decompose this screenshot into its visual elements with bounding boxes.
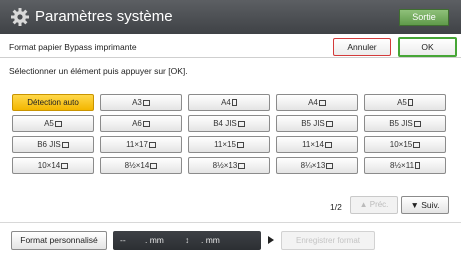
paper-size-button[interactable]: 8½×13 — [188, 157, 270, 174]
landscape-orientation-icon — [148, 142, 156, 148]
paper-size-label: B6 JIS — [37, 140, 61, 149]
width-mm: . mm — [145, 235, 164, 245]
paper-size-button[interactable]: 8½×11 — [364, 157, 446, 174]
custom-size-button[interactable]: Format personnalisé — [11, 231, 107, 250]
portrait-orientation-icon — [415, 162, 421, 169]
landscape-orientation-icon — [142, 100, 150, 106]
instruction-text: Sélectionner un élément puis appuyer sur… — [9, 66, 188, 76]
save-size-button[interactable]: Enregistrer format — [281, 231, 375, 250]
paper-size-label: B4 JIS — [213, 119, 237, 128]
paper-size-button[interactable]: Détection auto — [12, 94, 94, 111]
paper-size-button[interactable]: 11×15 — [188, 136, 270, 153]
landscape-orientation-icon — [238, 163, 246, 169]
paper-size-label: 11×15 — [214, 140, 236, 149]
paper-size-button[interactable]: A5 — [12, 115, 94, 132]
paper-size-button[interactable]: 11×14 — [276, 136, 358, 153]
paper-size-button[interactable]: 10×15 — [364, 136, 446, 153]
paper-size-button[interactable]: 11×17 — [100, 136, 182, 153]
paper-size-button[interactable]: B4 JIS — [188, 115, 270, 132]
paper-size-label: 8½×11 — [389, 161, 415, 170]
paper-size-label: 11×14 — [302, 140, 324, 149]
landscape-orientation-icon — [54, 121, 62, 127]
arrow-right-icon — [268, 236, 274, 244]
custom-size-display: -- . mm ↕ . mm — [113, 231, 261, 250]
size-placeholder: -- — [120, 235, 126, 245]
landscape-orientation-icon — [237, 121, 245, 127]
paper-size-label: 8½×14 — [124, 161, 150, 170]
paper-size-button[interactable]: B5 JIS — [276, 115, 358, 132]
page-title: Paramètres système — [35, 8, 173, 25]
paper-size-label: A5 — [397, 98, 407, 107]
previous-page-button[interactable]: ▲ Préc. — [350, 196, 398, 214]
exit-button[interactable]: Sortie — [399, 9, 449, 26]
landscape-orientation-icon — [150, 163, 158, 169]
landscape-orientation-icon — [413, 142, 421, 148]
paper-size-button[interactable]: A3 — [100, 94, 182, 111]
paper-size-label: 8¼×13 — [300, 161, 326, 170]
landscape-orientation-icon — [61, 142, 69, 148]
cancel-button[interactable]: Annuler — [333, 38, 391, 56]
gear-icon — [11, 8, 29, 26]
landscape-orientation-icon — [324, 142, 332, 148]
dimension-separator: ↕ — [185, 235, 190, 245]
next-page-button[interactable]: ▼ Suiv. — [401, 196, 449, 214]
height-mm: . mm — [201, 235, 220, 245]
landscape-orientation-icon — [326, 163, 334, 169]
paper-size-label: B5 JIS — [301, 119, 325, 128]
paper-size-button[interactable]: A4 — [276, 94, 358, 111]
paper-size-label: 10×15 — [389, 140, 413, 149]
setting-title: Format papier Bypass imprimante — [9, 42, 137, 52]
paper-size-label: A4 — [308, 98, 318, 107]
landscape-orientation-icon — [318, 100, 326, 106]
paper-size-button[interactable]: A6 — [100, 115, 182, 132]
landscape-orientation-icon — [236, 142, 244, 148]
sub-header: Format papier Bypass imprimante Annuler … — [0, 34, 461, 58]
portrait-orientation-icon — [231, 99, 237, 106]
paper-size-label: B5 JIS — [389, 119, 413, 128]
paper-size-button[interactable]: 10×14 — [12, 157, 94, 174]
paper-size-button[interactable]: A4 — [188, 94, 270, 111]
paper-size-button[interactable]: B6 JIS — [12, 136, 94, 153]
landscape-orientation-icon — [413, 121, 421, 127]
paper-size-button[interactable]: B5 JIS — [364, 115, 446, 132]
paper-size-button[interactable]: 8¼×13 — [276, 157, 358, 174]
paper-size-label: Détection auto — [27, 98, 79, 107]
paper-size-button[interactable]: 8½×14 — [100, 157, 182, 174]
landscape-orientation-icon — [325, 121, 333, 127]
landscape-orientation-icon — [61, 163, 69, 169]
paper-size-button[interactable]: A5 — [364, 94, 446, 111]
paper-size-label: A5 — [44, 119, 54, 128]
paper-size-label: 11×17 — [126, 140, 148, 149]
paper-size-label: 8½×13 — [212, 161, 238, 170]
landscape-orientation-icon — [142, 121, 150, 127]
page-indicator: 1/2 — [330, 202, 342, 212]
paper-size-label: A3 — [132, 98, 142, 107]
portrait-orientation-icon — [407, 99, 413, 106]
divider — [0, 222, 461, 223]
paper-size-label: A4 — [221, 98, 231, 107]
ok-button[interactable]: OK — [398, 37, 457, 57]
paper-size-label: 10×14 — [37, 161, 61, 170]
paper-size-label: A6 — [132, 119, 142, 128]
title-bar: Paramètres système Sortie — [0, 0, 461, 34]
